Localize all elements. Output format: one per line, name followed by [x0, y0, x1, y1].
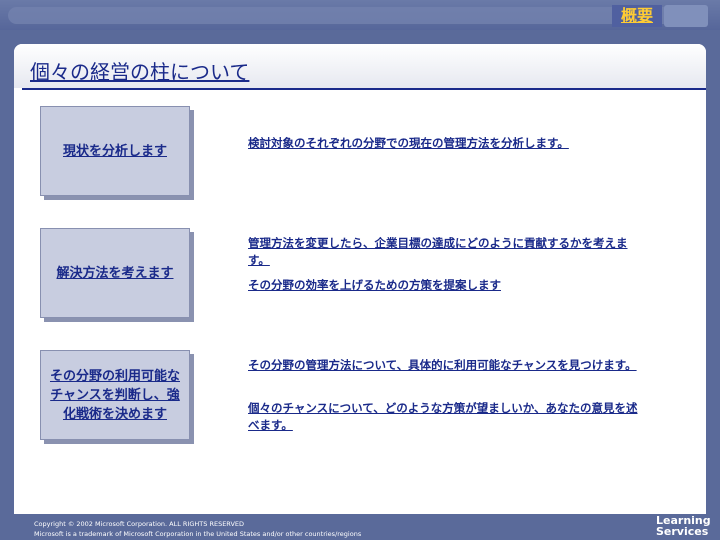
global-learning-services-logo: Global Learning Services — [652, 507, 716, 539]
overview-link[interactable]: 概要 — [612, 5, 662, 27]
step-label-strategy[interactable]: その分野の利用可能なチャンスを判断し、強化戦術を決めます — [41, 367, 189, 424]
logo-line-3: Services — [656, 525, 709, 538]
step-description-strategy-2[interactable]: 個々のチャンスについて、どのような方策が望ましいか、あなたの意見を述べます。 — [248, 400, 648, 434]
step-description-strategy-1[interactable]: その分野の管理方法について、具体的に利用可能なチャンスを見つけます。 — [248, 357, 648, 374]
title-divider — [22, 88, 706, 90]
copyright-text: Copyright © 2002 Microsoft Corporation. … — [34, 520, 245, 528]
step-description-analyze[interactable]: 検討対象のそれぞれの分野での現在の管理方法を分析します。 — [248, 135, 648, 152]
trademark-text: Microsoft is a trademark of Microsoft Co… — [34, 530, 362, 538]
step-box-strategy: その分野の利用可能なチャンスを判断し、強化戦術を決めます — [40, 350, 190, 440]
step-box-solution: 解決方法を考えます — [40, 228, 190, 318]
step-box-analyze: 現状を分析します — [40, 106, 190, 196]
step-label-solution[interactable]: 解決方法を考えます — [52, 264, 177, 283]
step-label-analyze[interactable]: 現状を分析します — [59, 142, 171, 161]
step-description-solution-1[interactable]: 管理方法を変更したら、企業目標の達成にどのように貢献するかを考えます。 — [248, 235, 648, 269]
step-description-solution-2[interactable]: その分野の効率を上げるための方策を提案します — [248, 277, 648, 294]
top-right-button[interactable] — [664, 5, 708, 27]
page-title: 個々の経営の柱について — [30, 60, 250, 84]
top-bar-pill — [8, 7, 708, 24]
